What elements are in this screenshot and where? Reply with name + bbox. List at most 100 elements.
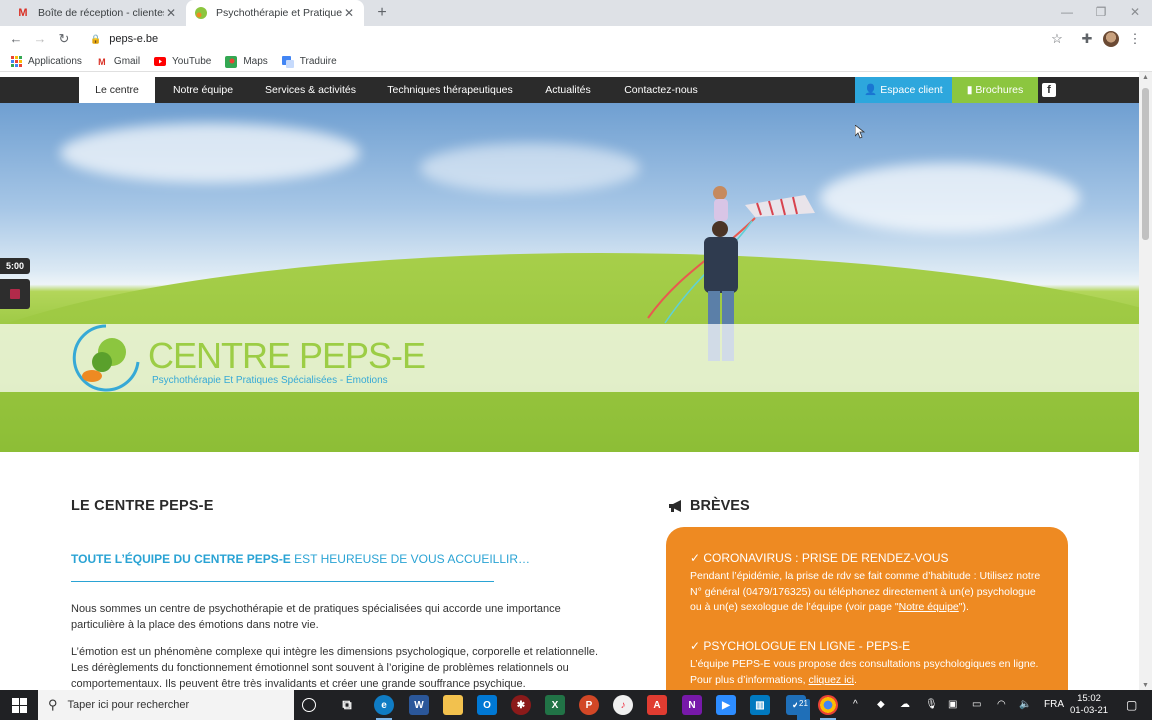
edge-icon[interactable]: e: [374, 695, 394, 720]
bookmarks-bar: Applications M Gmail YouTube Maps Tradui…: [0, 52, 1152, 72]
battery-icon[interactable]: ▭: [972, 690, 981, 720]
taskbar-clock[interactable]: 15:02 01-03-21: [1064, 693, 1114, 717]
tagline-bold: TOUTE L’ÉQUIPE DU CENTRE PEPS-E: [71, 552, 291, 566]
gmail-icon: M: [18, 7, 28, 19]
reload-icon[interactable]: ↻: [55, 30, 73, 48]
bookmark-label: Gmail: [113, 56, 141, 67]
language-indicator[interactable]: FRA: [1044, 690, 1064, 720]
bookmark-traduire[interactable]: Traduire: [281, 55, 337, 68]
windows-logo-icon: [11, 697, 27, 713]
scrollbar-thumb[interactable]: [1142, 88, 1149, 240]
breves-heading: BRÈVES: [668, 498, 750, 514]
microphone-icon[interactable]: 🎙: [925, 690, 938, 720]
app-bug-icon[interactable]: ✱: [511, 695, 531, 715]
menu-icon[interactable]: ⋮: [1126, 30, 1144, 48]
user-icon: 👤: [864, 84, 881, 96]
page-title: LE CENTRE PEPS-E: [71, 498, 214, 514]
app-tray-icon[interactable]: ▣: [948, 690, 957, 720]
itunes-icon[interactable]: ♪: [613, 695, 633, 715]
volume-icon[interactable]: 🔈: [1019, 690, 1031, 720]
cloud: [60, 123, 360, 183]
powerpoint-icon[interactable]: P: [579, 695, 599, 715]
breve-text: L’équipe PEPS-E vous propose des consult…: [690, 657, 1050, 688]
notre-equipe-link[interactable]: Notre équipe: [899, 601, 959, 613]
nav-techniques-therapeutiques[interactable]: Techniques thérapeutiques: [380, 77, 520, 103]
cortana-icon[interactable]: [302, 698, 316, 712]
trello-icon[interactable]: ▥: [750, 695, 770, 715]
espace-client-button[interactable]: 👤 Espace client: [855, 77, 952, 103]
scroll-down-icon[interactable]: ▼: [1139, 682, 1152, 689]
site-navigation: Le centre Notre équipe Services & activi…: [0, 77, 1139, 103]
forward-icon[interactable]: →: [31, 30, 49, 48]
apps-grid-icon: [10, 56, 22, 68]
nav-le-centre[interactable]: Le centre: [79, 77, 155, 103]
tagline: TOUTE L’ÉQUIPE DU CENTRE PEPS-E EST HEUR…: [71, 552, 530, 566]
lock-icon: 🔒: [90, 33, 102, 44]
bookmark-gmail[interactable]: M Gmail: [96, 56, 140, 68]
tab-peps-e[interactable]: Psychothérapie et Pratiques Spécialisées…: [186, 0, 364, 26]
bookmark-label: Traduire: [299, 56, 337, 67]
onedrive-icon[interactable]: ☁: [900, 690, 910, 720]
brochures-label: Brochures: [975, 84, 1024, 96]
chrome-icon[interactable]: [818, 695, 838, 720]
file-explorer-icon[interactable]: [443, 695, 463, 715]
espace-client-label: Espace client: [880, 84, 943, 96]
taskbar-search-input[interactable]: ⚲ Taper ici pour rechercher: [38, 690, 294, 720]
address-bar[interactable]: 🔒 peps-e.be: [80, 28, 1074, 50]
tab-gmail[interactable]: M Boîte de réception - clientespace ✕: [8, 0, 186, 26]
scroll-up-icon[interactable]: ▲: [1139, 74, 1152, 81]
task-view-icon[interactable]: ⧉: [337, 695, 357, 715]
recorder-stop-button[interactable]: [0, 279, 30, 309]
cliquez-ici-link[interactable]: cliquez ici: [808, 674, 854, 686]
nav-actualites[interactable]: Actualités: [538, 77, 598, 103]
bookmark-star-icon[interactable]: ☆: [1048, 30, 1066, 48]
brochures-button[interactable]: ▮ Brochures: [952, 77, 1038, 103]
nav-notre-equipe[interactable]: Notre équipe: [165, 77, 241, 103]
tray-chevron-icon[interactable]: ^: [853, 690, 858, 720]
windows-start-button[interactable]: [0, 690, 38, 720]
breves-title: BRÈVES: [690, 498, 750, 514]
breve-end: .: [854, 673, 857, 686]
close-tab-icon[interactable]: ✕: [164, 6, 178, 20]
bookmark-label: Applications: [28, 56, 82, 67]
close-tab-icon[interactable]: ✕: [342, 6, 356, 20]
divider: [71, 581, 494, 582]
notifications-icon[interactable]: ▢: [1126, 690, 1137, 720]
kite-graphic: [745, 195, 815, 217]
profile-avatar[interactable]: [1103, 31, 1119, 47]
bookmark-maps[interactable]: Maps: [225, 55, 268, 68]
wifi-icon[interactable]: ◠: [997, 690, 1006, 720]
excel-icon[interactable]: X: [545, 695, 565, 715]
breve-body: Pendant l’épidémie, la prise de rdv se f…: [690, 570, 1041, 613]
nav-services-activites[interactable]: Services & activités: [258, 77, 363, 103]
megaphone-icon: [669, 500, 681, 512]
bookmark-applications[interactable]: Applications: [10, 56, 82, 68]
back-icon[interactable]: ←: [7, 30, 25, 48]
cloud: [820, 163, 1080, 233]
search-icon: ⚲: [48, 697, 58, 712]
logo-subtitle: Psychothérapie Et Pratiques Spécialisées…: [152, 375, 388, 386]
page-scrollbar[interactable]: ▲ ▼: [1139, 72, 1152, 690]
extensions-icon[interactable]: ✚: [1078, 30, 1096, 48]
zoom-icon[interactable]: ▶: [716, 695, 736, 715]
breve-body: L’équipe PEPS-E vous propose des consult…: [690, 658, 1039, 686]
acrobat-icon[interactable]: A: [647, 695, 667, 715]
word-icon[interactable]: W: [409, 695, 429, 715]
outlook-icon[interactable]: O: [477, 695, 497, 715]
peps-e-logo-icon: [72, 324, 140, 392]
youtube-icon: [154, 56, 167, 68]
onenote-icon[interactable]: N: [682, 695, 702, 715]
new-tab-button[interactable]: +: [372, 3, 392, 23]
page-viewport: Le centre Notre équipe Services & activi…: [0, 72, 1152, 690]
bookmark-youtube[interactable]: YouTube: [154, 56, 211, 68]
facebook-icon[interactable]: f: [1042, 83, 1056, 97]
breve-title: ✓ CORONAVIRUS : PRISE DE RENDEZ-VOUS: [690, 551, 949, 565]
dropbox-icon[interactable]: ◆: [877, 690, 885, 720]
maximize-button[interactable]: ❐: [1084, 0, 1118, 26]
peps-e-icon: [194, 6, 208, 20]
close-window-button[interactable]: ✕: [1118, 0, 1152, 26]
nav-contactez-nous[interactable]: Contactez-nous: [616, 77, 706, 103]
gmail-icon: M: [98, 56, 106, 67]
minimize-button[interactable]: —: [1050, 0, 1084, 26]
logo-title: CENTRE PEPS-E: [148, 335, 426, 376]
